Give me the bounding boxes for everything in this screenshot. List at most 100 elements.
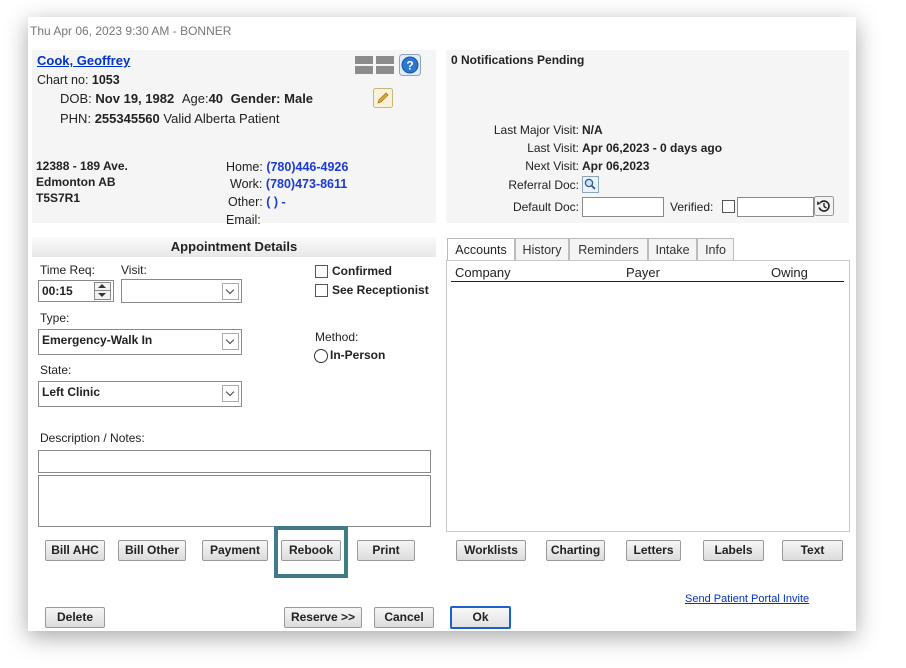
other-phone: ( ) - (266, 195, 286, 209)
next-visit-label: Next Visit: (525, 159, 579, 173)
work-phone-row: Work: (780)473-8611 (230, 177, 347, 191)
type-select[interactable]: Emergency-Walk In (38, 329, 242, 355)
in-person-label: In-Person (330, 348, 386, 362)
time-req-value: 00:15 (42, 284, 73, 298)
rebook-button[interactable]: Rebook (281, 540, 341, 561)
default-doc-input[interactable] (582, 197, 664, 217)
spin-up-icon[interactable] (98, 284, 106, 288)
see-receptionist-label: See Receptionist (332, 283, 429, 297)
edit-pencil-icon[interactable] (373, 88, 393, 108)
tab-intake[interactable]: Intake (648, 238, 697, 261)
visit-select[interactable] (121, 279, 242, 303)
spin-down-icon[interactable] (98, 293, 106, 297)
last-visit: Apr 06,2023 - 0 days ago (582, 141, 723, 155)
state-select[interactable]: Left Clinic (38, 381, 242, 407)
appointment-details-header: Appointment Details (32, 237, 436, 257)
address-line2: Edmonton AB (36, 175, 116, 189)
age-label: Age: (181, 91, 209, 106)
work-phone: (780)473-8611 (265, 177, 348, 191)
last-visit-label: Last Visit: (527, 141, 579, 155)
chevron-down-icon[interactable] (222, 283, 239, 300)
home-label: Home: (226, 160, 263, 174)
layout-grid-icon[interactable] (355, 55, 395, 75)
tab-history[interactable]: History (515, 238, 569, 261)
table-header-divider (451, 281, 844, 282)
column-company: Company (455, 265, 511, 280)
ok-button[interactable]: Ok (450, 606, 511, 629)
print-button[interactable]: Print (357, 540, 415, 561)
visit-label: Visit: (121, 263, 147, 277)
email-row: Email: (226, 213, 261, 227)
notes-textarea[interactable] (38, 475, 431, 527)
type-label: Type: (40, 311, 70, 325)
address-line3: T5S7R1 (36, 191, 81, 205)
see-receptionist-checkbox[interactable] (315, 284, 328, 297)
state-label: State: (40, 363, 72, 377)
gender-value: Male (284, 91, 314, 106)
last-major-visit-label: Last Major Visit: (493, 123, 579, 137)
verified-date-input[interactable] (737, 197, 814, 217)
chart-number: Chart no: 1053 (37, 73, 120, 87)
notes-label: Description / Notes: (40, 431, 145, 445)
window-title: Thu Apr 06, 2023 9:30 AM - BONNER (30, 24, 232, 38)
tab-accounts[interactable]: Accounts (447, 238, 515, 261)
reserve-button[interactable]: Reserve >> (284, 607, 362, 628)
cancel-button[interactable]: Cancel (374, 607, 434, 628)
chart-label: Chart no: (37, 73, 89, 87)
column-payer: Payer (626, 265, 660, 280)
worklists-button[interactable]: Worklists (456, 540, 526, 561)
delete-button[interactable]: Delete (45, 607, 105, 628)
svg-text:?: ? (406, 59, 413, 73)
column-owing: Owing (771, 265, 808, 280)
age-value: 40 (208, 91, 224, 106)
dob-row: DOB: Nov 19, 1982 Age:40 Gender: Male (60, 91, 313, 106)
help-icon[interactable]: ? (399, 54, 421, 76)
confirmed-checkbox[interactable] (315, 265, 328, 278)
state-select-value: Left Clinic (42, 385, 101, 399)
chevron-down-icon[interactable] (222, 385, 239, 402)
referral-doc-label: Referral Doc: (508, 178, 579, 192)
time-spinner[interactable] (94, 282, 111, 300)
type-select-value: Emergency-Walk In (42, 333, 153, 347)
tab-info[interactable]: Info (697, 238, 734, 261)
labels-button[interactable]: Labels (703, 540, 764, 561)
time-req-label: Time Req: (40, 263, 95, 277)
confirmed-label: Confirmed (332, 264, 392, 278)
charting-button[interactable]: Charting (546, 540, 605, 561)
appointment-window: Thu Apr 06, 2023 9:30 AM - BONNER Cook, … (28, 17, 856, 631)
window-titlebar: Thu Apr 06, 2023 9:30 AM - BONNER (28, 17, 856, 45)
payment-button[interactable]: Payment (202, 540, 268, 561)
email-label: Email: (226, 213, 261, 227)
chart-value: 1053 (91, 73, 120, 87)
verified-label: Verified: (670, 200, 714, 214)
tab-reminders[interactable]: Reminders (569, 238, 648, 261)
patient-name-link[interactable]: Cook, Geoffrey (37, 53, 130, 68)
home-phone: (780)446-4926 (266, 160, 349, 174)
bill-ahc-button[interactable]: Bill AHC (45, 540, 105, 561)
phn-value: 255345560 (94, 111, 160, 126)
other-phone-row: Other: ( ) - (228, 195, 286, 209)
verified-checkbox[interactable] (722, 200, 735, 213)
work-label: Work: (230, 177, 263, 191)
notifications-text: 0 Notifications Pending (451, 53, 585, 67)
bill-other-button[interactable]: Bill Other (118, 540, 186, 561)
default-doc-label: Default Doc: (512, 200, 579, 214)
dob-label: DOB: (60, 91, 92, 106)
dob-value: Nov 19, 1982 (95, 91, 175, 106)
visit-info-panel: 0 Notifications Pending Last Major Visit… (446, 50, 849, 223)
method-label: Method: (315, 330, 359, 344)
send-portal-invite-link[interactable]: Send Patient Portal Invite (685, 593, 809, 605)
history-reset-icon[interactable] (814, 196, 834, 216)
gender-label: Gender: (230, 91, 281, 106)
letters-button[interactable]: Letters (626, 540, 681, 561)
description-input[interactable] (38, 450, 431, 473)
referral-search-icon[interactable] (582, 176, 599, 193)
accounts-table: Company Payer Owing (446, 260, 850, 532)
text-button[interactable]: Text (782, 540, 843, 561)
chevron-down-icon[interactable] (222, 333, 239, 350)
phn-status: Valid Alberta Patient (163, 111, 280, 126)
address-line1: 12388 - 189 Ave. (36, 159, 128, 173)
next-visit: Apr 06,2023 (582, 159, 650, 173)
time-req-input[interactable]: 00:15 (38, 280, 114, 302)
in-person-radio[interactable] (314, 349, 328, 363)
